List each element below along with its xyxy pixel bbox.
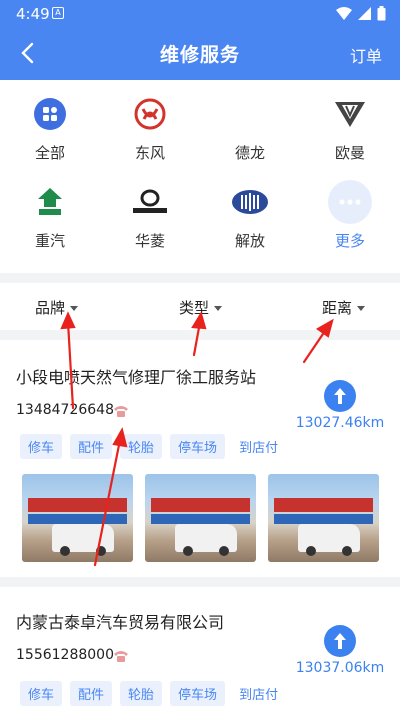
annotation-arrowhead [315,318,334,338]
annotation-arrow [93,438,122,567]
annotation-arrow [66,320,75,410]
annotation-arrows [60,311,334,567]
annotation-arrowhead [191,311,207,330]
annotation-arrowhead [60,311,76,330]
annotation-arrowhead [112,427,128,448]
